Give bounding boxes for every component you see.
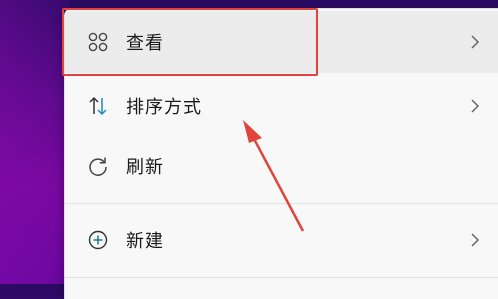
menu-item-sort[interactable]: 排序方式 bbox=[65, 75, 498, 137]
chevron-right-icon bbox=[471, 99, 480, 113]
menu-item-refresh[interactable]: 刷新 bbox=[65, 135, 498, 197]
sort-arrows-icon bbox=[89, 96, 107, 116]
menu-item-new-label: 新建 bbox=[126, 231, 164, 252]
refresh-icon bbox=[89, 157, 107, 176]
plus-circle-icon bbox=[88, 230, 108, 250]
desktop-background bbox=[0, 0, 70, 284]
menu-item-sort-label: 排序方式 bbox=[126, 97, 202, 118]
menu-item-view-label: 查看 bbox=[126, 33, 164, 54]
menu-item-view[interactable]: 查看 bbox=[65, 11, 498, 73]
context-menu: 查看 排序方式 刷新 新建 bbox=[64, 8, 498, 299]
menu-item-refresh-label: 刷新 bbox=[126, 157, 164, 178]
menu-item-new[interactable]: 新建 bbox=[65, 209, 498, 271]
grid-view-icon bbox=[88, 32, 108, 52]
chevron-right-icon bbox=[471, 233, 480, 247]
chevron-right-icon bbox=[471, 35, 480, 49]
menu-separator bbox=[65, 277, 498, 278]
menu-separator bbox=[65, 203, 498, 204]
